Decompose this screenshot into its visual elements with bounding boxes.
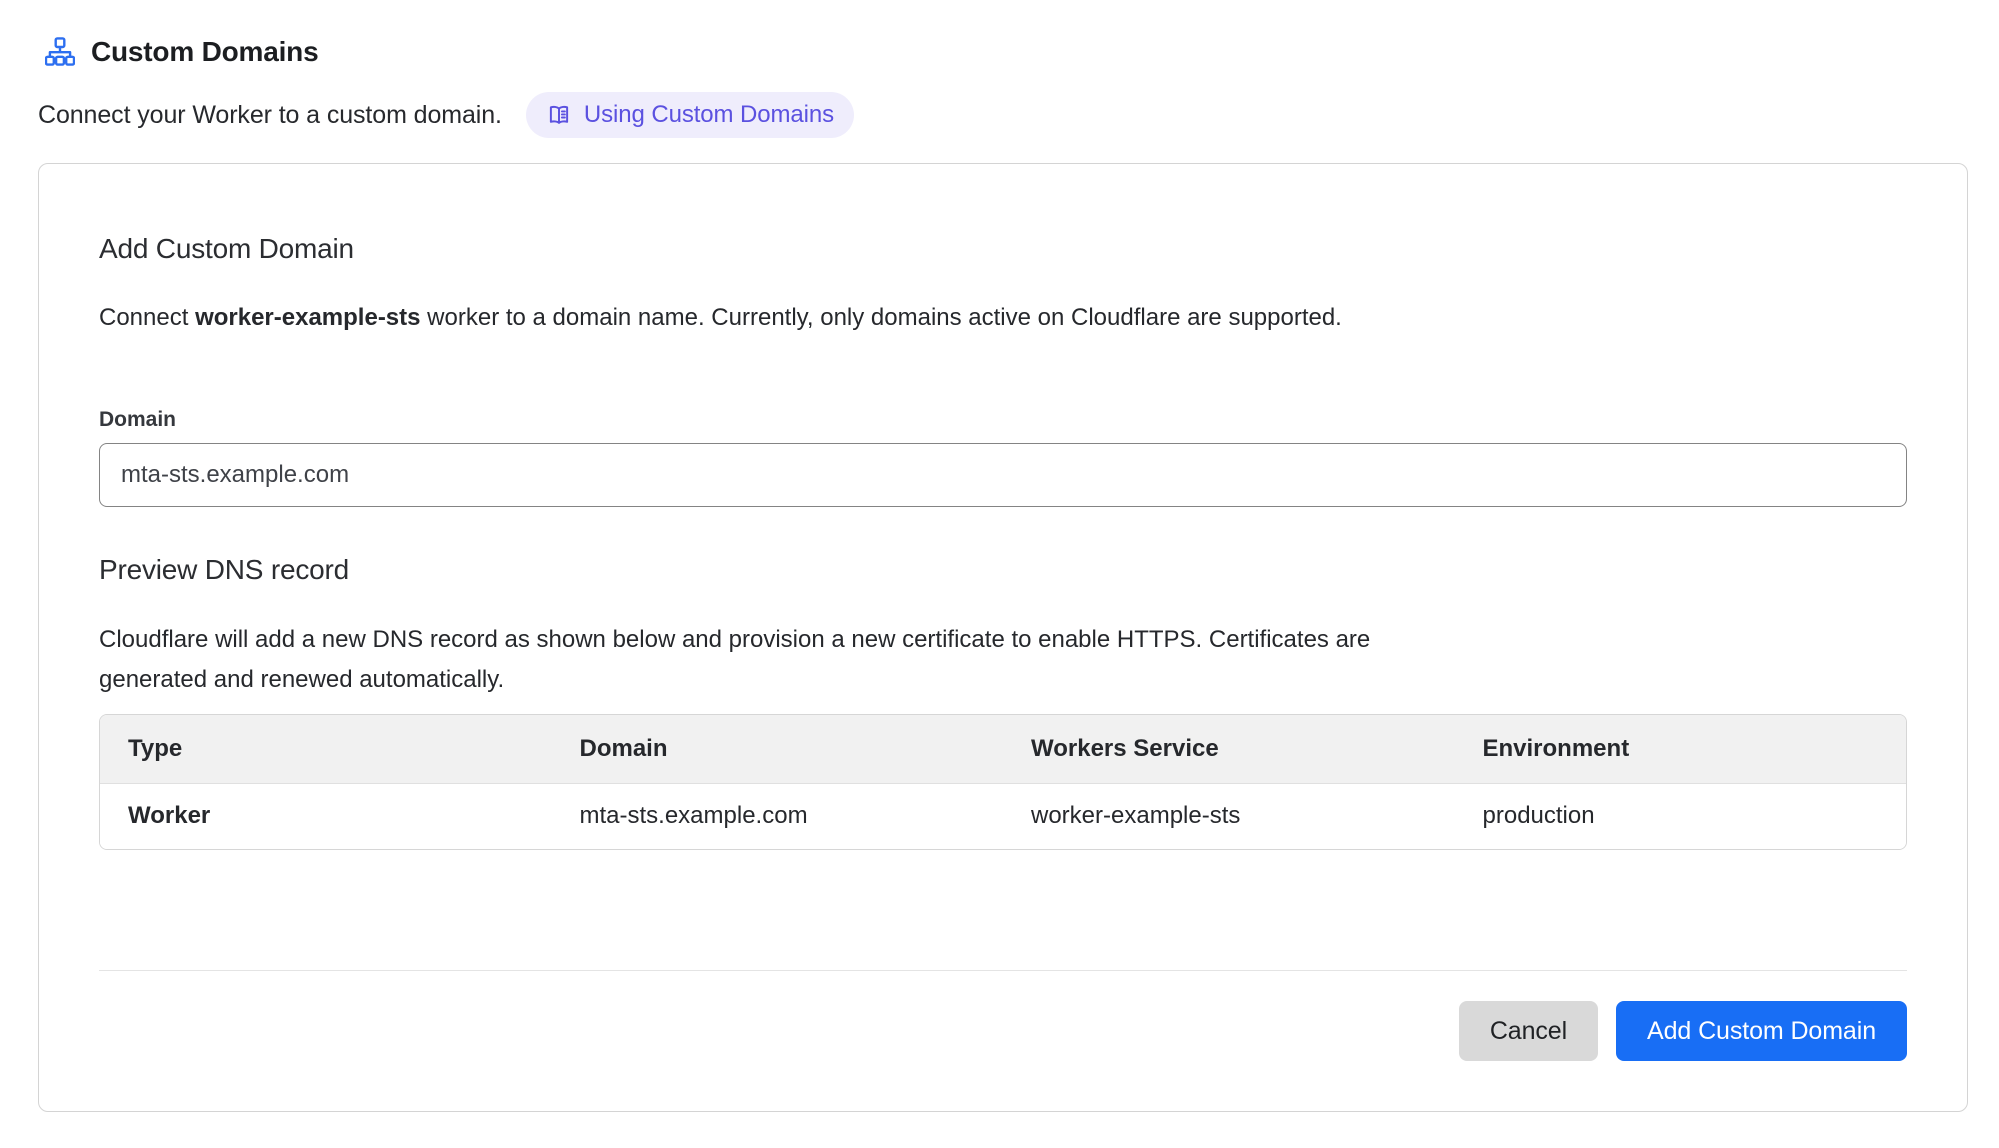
add-custom-domain-card: Add Custom Domain Connect worker-example… — [38, 163, 1968, 1112]
intro-text: Connect worker-example-sts worker to a d… — [99, 303, 1907, 332]
table-header-row: Type Domain Workers Service Environment — [100, 715, 1906, 783]
docs-link-badge[interactable]: Using Custom Domains — [526, 92, 854, 138]
subtitle-row: Connect your Worker to a custom domain. … — [38, 92, 1999, 138]
preview-heading: Preview DNS record — [99, 553, 1907, 586]
cell-workers-service: worker-example-sts — [1003, 783, 1455, 849]
col-header-type: Type — [100, 715, 552, 783]
table-row: Worker mta-sts.example.com worker-exampl… — [100, 783, 1906, 849]
cell-type: Worker — [100, 783, 552, 849]
add-custom-domain-button[interactable]: Add Custom Domain — [1616, 1001, 1907, 1061]
card-heading: Add Custom Domain — [99, 232, 1907, 265]
domain-input[interactable] — [99, 443, 1907, 507]
domain-label: Domain — [99, 408, 1907, 432]
intro-suffix: worker to a domain name. Currently, only… — [421, 304, 1342, 331]
worker-name: worker-example-sts — [195, 304, 420, 331]
col-header-workers-service: Workers Service — [1003, 715, 1455, 783]
col-header-domain: Domain — [552, 715, 1004, 783]
cancel-button[interactable]: Cancel — [1459, 1001, 1598, 1061]
footer-divider — [99, 970, 1907, 971]
page-subtitle: Connect your Worker to a custom domain. — [38, 101, 502, 130]
col-header-environment: Environment — [1455, 715, 1907, 783]
book-icon — [546, 102, 572, 128]
docs-link-label: Using Custom Domains — [584, 101, 834, 129]
page-header: Custom Domains Connect your Worker to a … — [0, 0, 1999, 138]
preview-description: Cloudflare will add a new DNS record as … — [99, 620, 1569, 700]
cell-domain: mta-sts.example.com — [552, 783, 1004, 849]
cell-environment: production — [1455, 783, 1907, 849]
title-row: Custom Domains — [45, 32, 1999, 72]
intro-prefix: Connect — [99, 304, 195, 331]
actions-row: Cancel Add Custom Domain — [99, 1001, 1907, 1061]
dns-preview-table: Type Domain Workers Service Environment … — [99, 714, 1907, 850]
sitemap-icon — [45, 37, 75, 67]
page-title: Custom Domains — [91, 36, 318, 68]
